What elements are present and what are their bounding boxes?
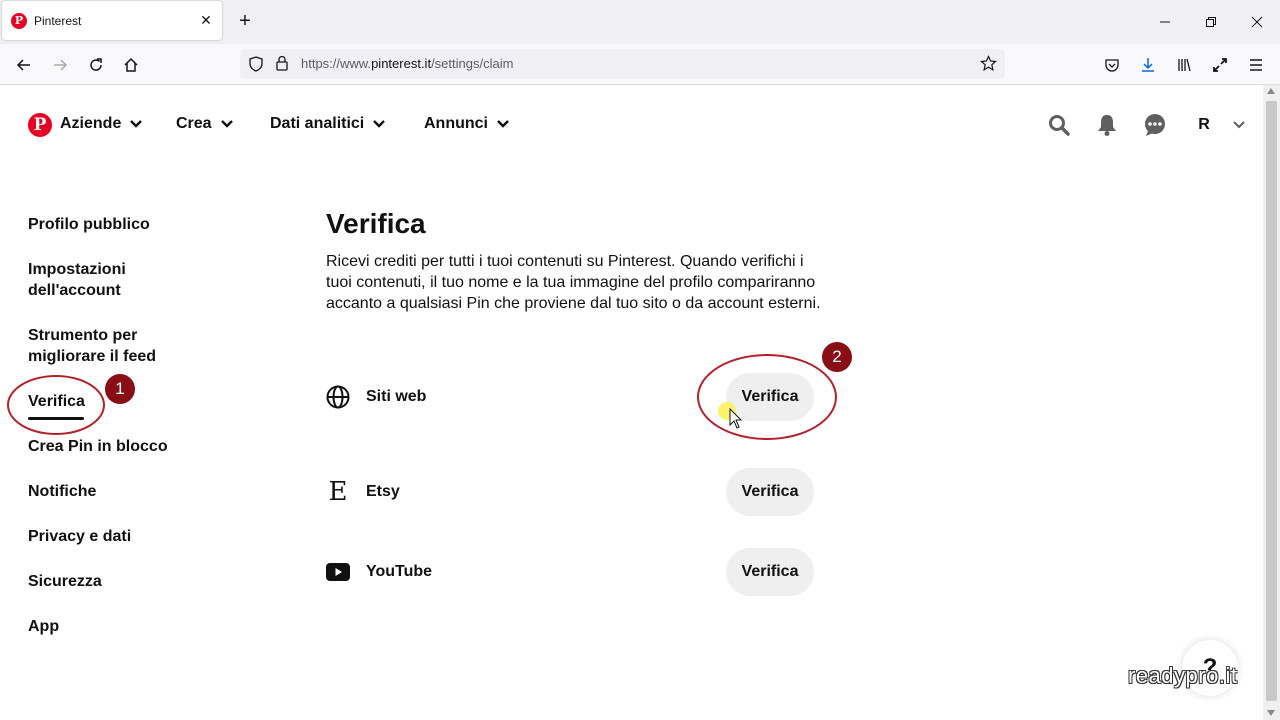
new-tab-icon[interactable]: + <box>234 10 256 32</box>
row-label-etsy: Etsy <box>366 483 400 500</box>
nav-annunci[interactable]: Annunci <box>424 115 510 133</box>
nav-aziende[interactable]: Aziende <box>60 115 143 133</box>
verify-etsy-button[interactable]: Verifica <box>726 468 814 516</box>
tab-title: Pinterest <box>34 13 82 28</box>
messages-icon[interactable] <box>1143 113 1167 137</box>
avatar-initial: R <box>1198 116 1210 133</box>
forward-icon[interactable] <box>47 52 73 78</box>
watermark-text: readypro.it <box>1128 663 1238 688</box>
chevron-down-icon <box>373 120 386 128</box>
notifications-bell-icon[interactable] <box>1095 113 1119 137</box>
bookmark-star-icon[interactable] <box>980 55 997 77</box>
menu-icon[interactable] <box>1243 52 1269 78</box>
chevron-down-icon <box>130 120 143 128</box>
nav-crea[interactable]: Crea <box>176 115 234 133</box>
shield-icon[interactable] <box>248 56 264 77</box>
browser-nav-bar: https://www.pinterest.it/settings/claim <box>0 44 1280 85</box>
page-title: Verifica <box>326 208 426 239</box>
downloads-icon[interactable] <box>1135 52 1161 78</box>
scrollbar-thumb[interactable] <box>1266 101 1277 701</box>
home-icon[interactable] <box>118 52 144 78</box>
sidebar-item-profilo-pubblico[interactable]: Profilo pubblico <box>28 214 178 235</box>
address-bar[interactable]: https://www.pinterest.it/settings/claim <box>240 49 1005 79</box>
pocket-icon[interactable] <box>1099 52 1125 78</box>
restore-icon[interactable] <box>1199 10 1223 34</box>
row-label-siti-web: Siti web <box>366 388 427 405</box>
minimize-icon[interactable] <box>1153 10 1177 34</box>
tab-close-icon[interactable]: ✕ <box>198 12 214 28</box>
chevron-down-icon <box>220 120 233 128</box>
nav-label: Crea <box>176 115 212 132</box>
annotation-ellipse-1 <box>7 375 105 435</box>
page-scrollbar[interactable] <box>1263 85 1280 720</box>
annotation-badge-2: 2 <box>822 342 852 372</box>
reload-icon[interactable] <box>83 52 109 78</box>
lock-icon[interactable] <box>275 55 289 76</box>
browser-tab[interactable]: P Pinterest ✕ <box>2 1 222 40</box>
scroll-down-arrow-icon[interactable] <box>1267 710 1275 716</box>
page-description: Ricevi crediti per tutti i tuoi contenut… <box>326 253 821 312</box>
nav-label: Dati analitici <box>270 115 365 132</box>
search-icon[interactable] <box>1047 113 1071 137</box>
url-text: https://www.pinterest.it/settings/claim <box>301 56 514 71</box>
back-icon[interactable] <box>11 52 37 78</box>
globe-icon <box>326 385 350 409</box>
browser-tab-bar: P Pinterest ✕ + <box>0 0 1280 44</box>
pinterest-favicon-icon: P <box>11 12 27 29</box>
annotation-ellipse-2 <box>697 354 837 440</box>
account-chevron-down-icon[interactable] <box>1227 113 1251 137</box>
verify-youtube-button[interactable]: Verifica <box>726 548 814 596</box>
youtube-icon <box>326 560 350 584</box>
row-label-youtube: YouTube <box>366 563 433 580</box>
sidebar-item-impostazioni-account[interactable]: Impostazioni dell'account <box>28 259 158 301</box>
sidebar-item-sicurezza[interactable]: Sicurezza <box>28 571 178 592</box>
chevron-down-icon <box>497 120 509 128</box>
sidebar-item-strumento-feed[interactable]: Strumento per migliorare il feed <box>28 325 168 367</box>
nav-dati-analitici[interactable]: Dati analitici <box>270 115 386 133</box>
nav-label: Aziende <box>60 115 122 132</box>
library-icon[interactable] <box>1171 52 1197 78</box>
annotation-badge-1: 1 <box>105 374 135 404</box>
sidebar-item-crea-pin-blocco[interactable]: Crea Pin in blocco <box>28 436 178 457</box>
close-window-icon[interactable] <box>1245 10 1269 34</box>
extensions-icon[interactable] <box>1207 52 1233 78</box>
scroll-up-arrow-icon[interactable] <box>1267 88 1275 94</box>
sidebar-item-notifiche[interactable]: Notifiche <box>28 481 178 502</box>
pinterest-logo-icon[interactable]: P <box>28 113 52 137</box>
sidebar-item-app[interactable]: App <box>28 616 178 637</box>
etsy-icon: E <box>328 477 348 507</box>
sidebar-item-privacy[interactable]: Privacy e dati <box>28 526 178 547</box>
mouse-cursor-icon <box>729 408 743 429</box>
avatar[interactable]: R <box>1192 113 1216 137</box>
nav-label: Annunci <box>424 115 488 132</box>
